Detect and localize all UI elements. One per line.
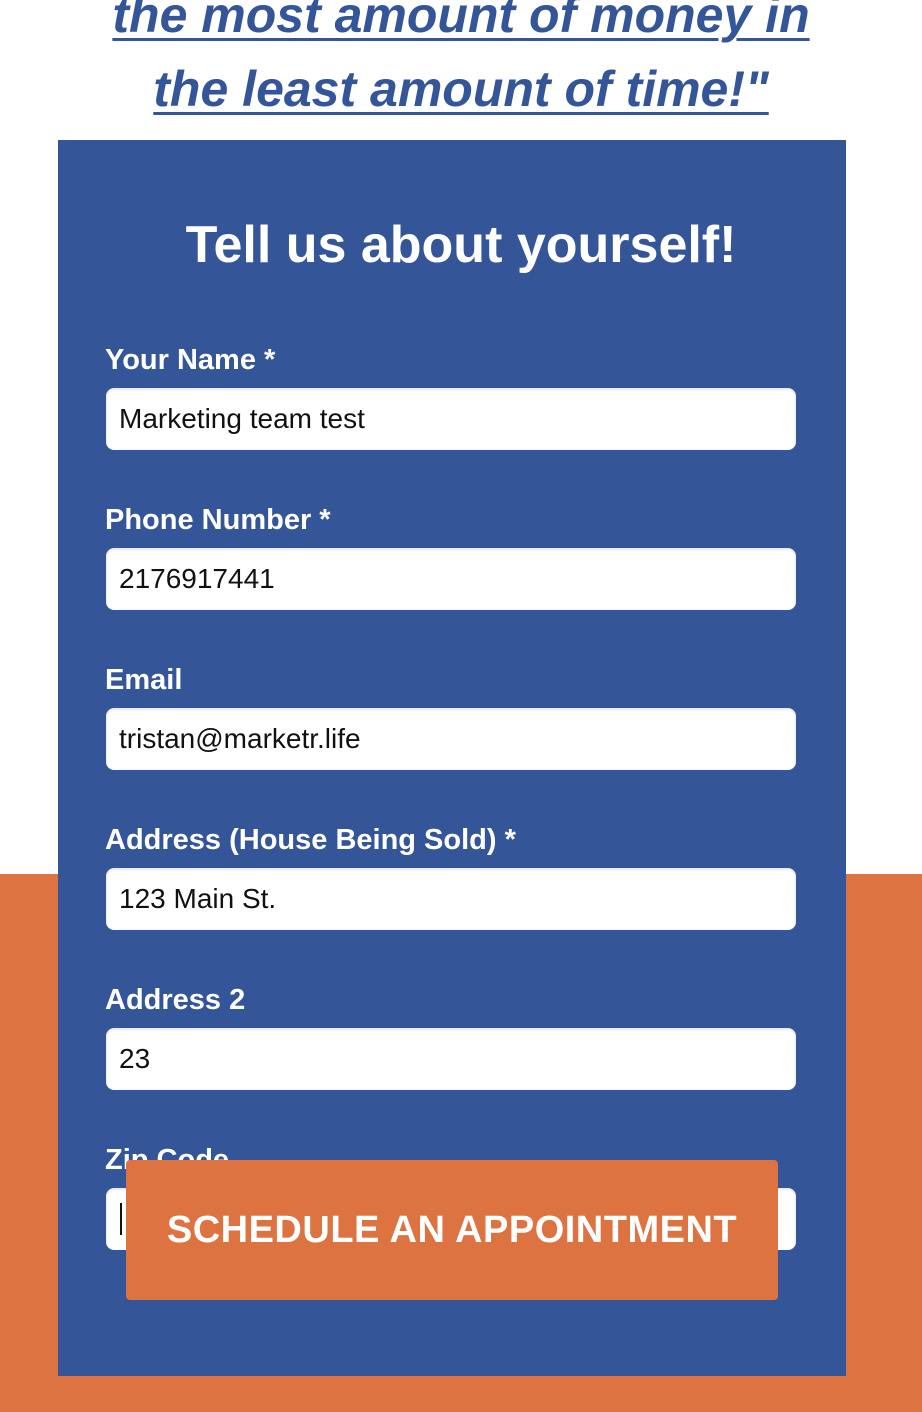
address-input[interactable]	[106, 868, 796, 930]
email-input[interactable]	[106, 708, 796, 770]
name-label: Your Name *	[105, 344, 276, 376]
phone-label: Phone Number *	[105, 504, 331, 536]
headline: the most amount of money in the least am…	[0, 0, 922, 126]
schedule-appointment-button[interactable]: SCHEDULE AN APPOINTMENT	[126, 1160, 778, 1300]
form-title: Tell us about yourself!	[185, 216, 737, 274]
email-label: Email	[105, 664, 183, 696]
phone-input[interactable]	[106, 548, 796, 610]
address-2-input[interactable]	[106, 1028, 796, 1090]
text-cursor	[120, 1203, 122, 1235]
name-input[interactable]	[106, 388, 796, 450]
address-2-label: Address 2	[105, 984, 246, 1016]
headline-line-2: the least amount of time!"	[153, 61, 769, 117]
address-label: Address (House Being Sold) *	[105, 824, 516, 856]
headline-line-1: the most amount of money in	[112, 0, 810, 43]
